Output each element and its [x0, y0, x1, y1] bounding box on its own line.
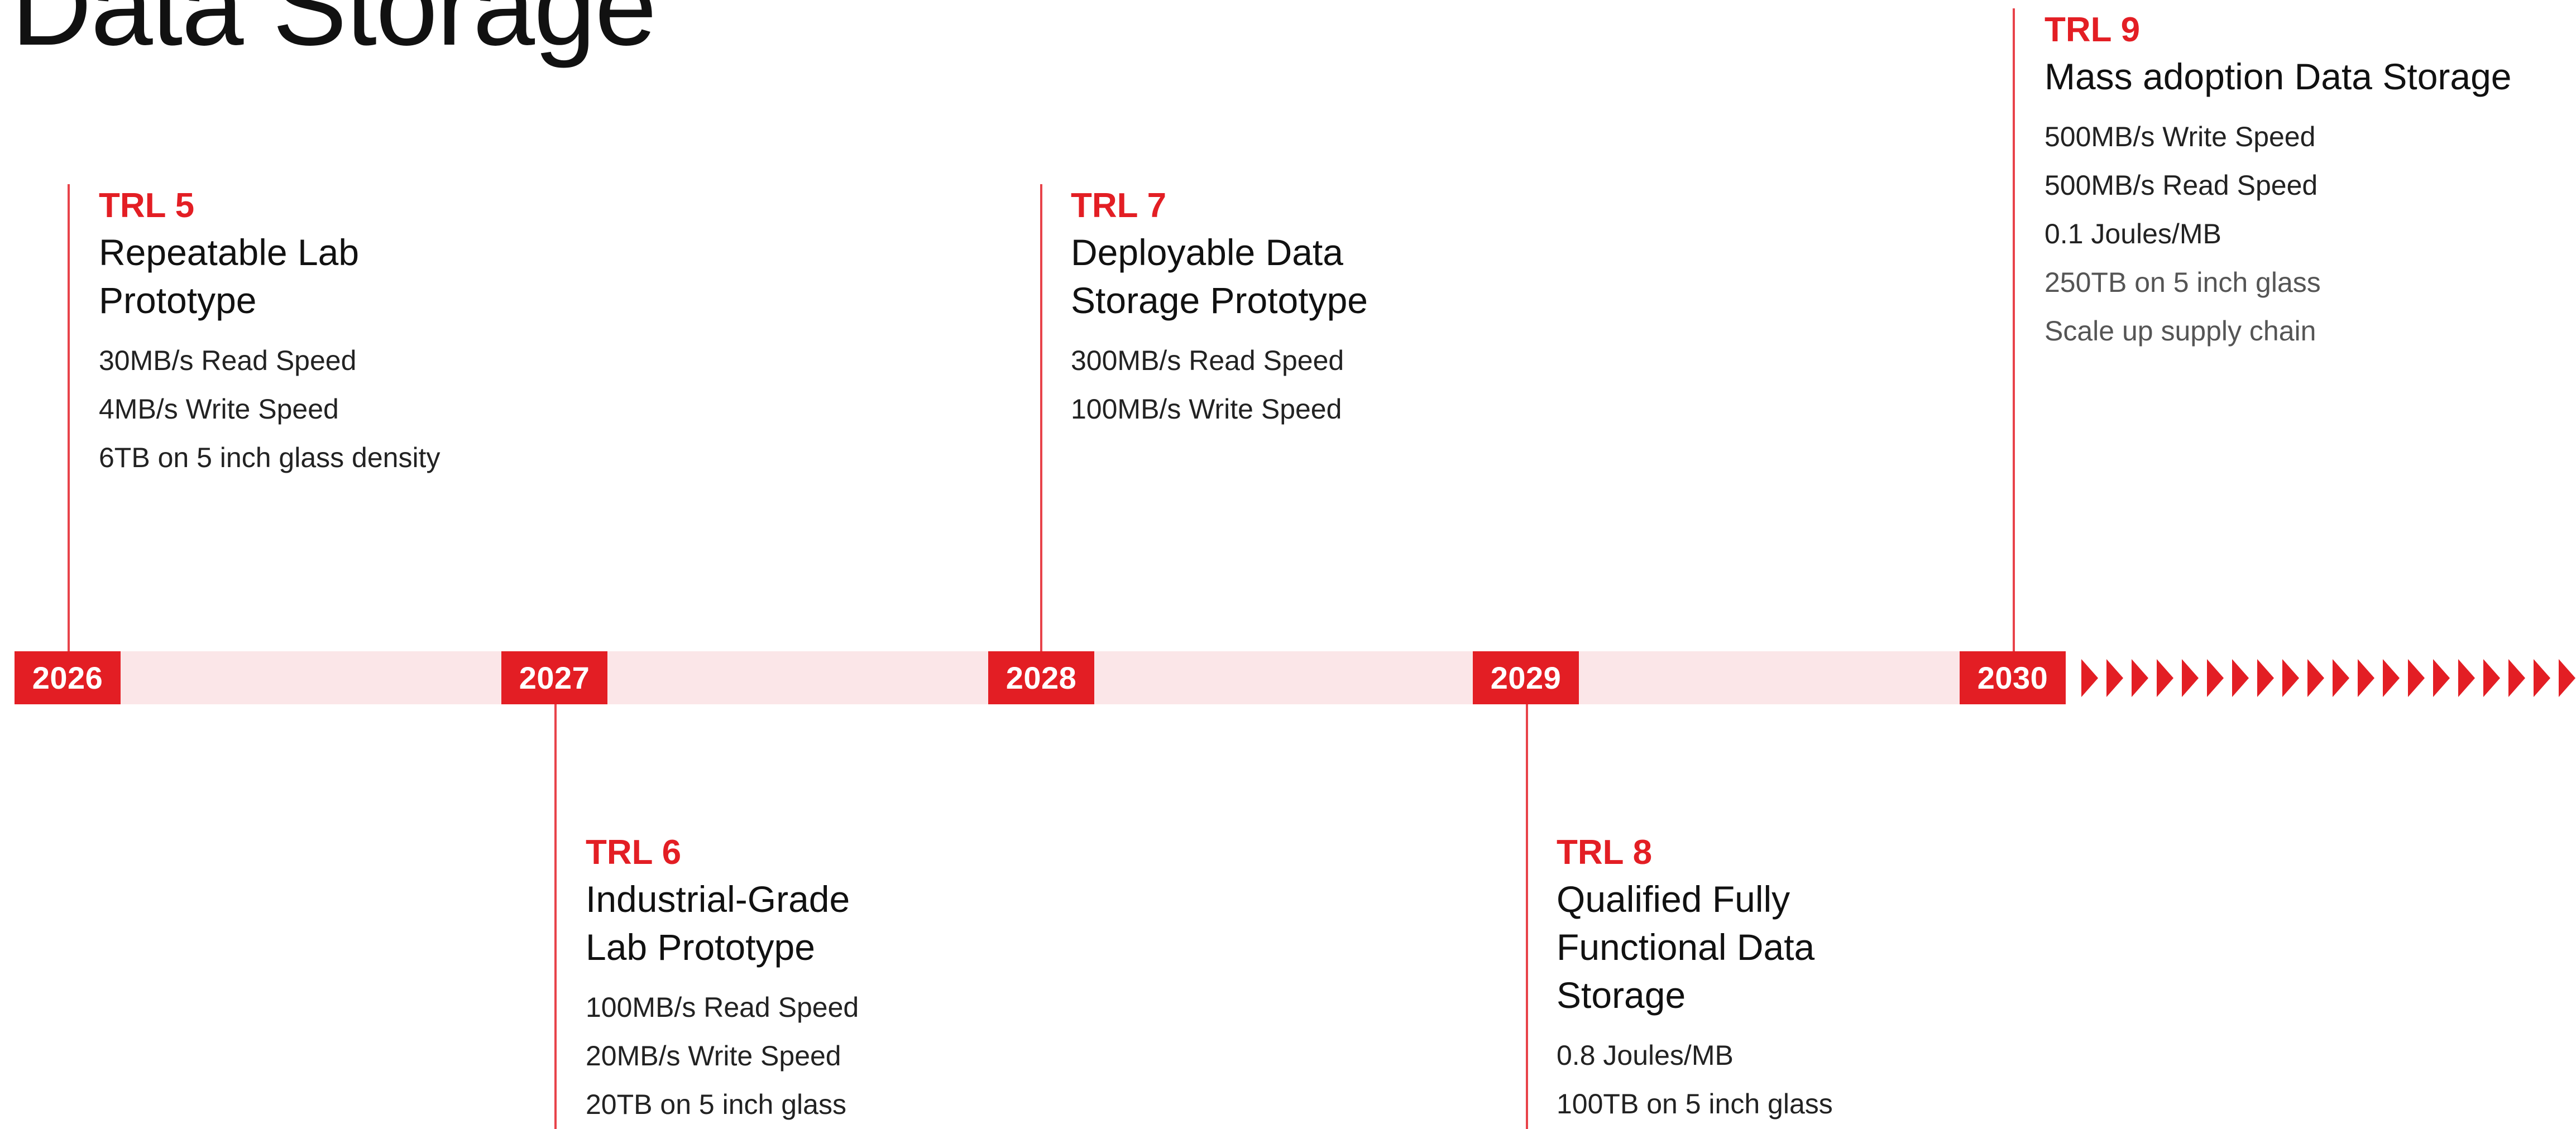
connector-line-2030 [2013, 8, 2015, 651]
milestone-spec: 500MB/s Write Speed [2044, 121, 2316, 152]
milestone-spec: 0.1 Joules/MB [2044, 218, 2221, 249]
milestone-spec: 20MB/s Write Speed [586, 1040, 841, 1072]
milestone-trl-label: TRL 7 [1071, 186, 1167, 225]
milestone-spec: 6TB on 5 inch glass density [99, 442, 440, 473]
milestone-spec: 250TB on 5 inch glass [2044, 267, 2321, 298]
arrow-right-icon [2132, 659, 2148, 697]
milestone-trl-label: TRL 9 [2044, 11, 2141, 49]
milestone-title: Deployable Data Storage Prototype [1071, 228, 1584, 324]
arrow-right-icon [2157, 659, 2173, 697]
milestone-spec: 500MB/s Read Speed [2044, 170, 2318, 201]
arrow-right-icon [2333, 659, 2349, 697]
milestone-title-line: Mass adoption Data Storage [2044, 56, 2512, 97]
milestone-title: Qualified Fully Functional Data Storage [1557, 875, 2070, 1019]
milestone-trl-5: TRL 5 Repeatable Lab Prototype 30MB/s Re… [99, 184, 612, 482]
milestone-trl-6: TRL 6 Industrial-Grade Lab Prototype 100… [586, 830, 1099, 1129]
arrow-right-icon [2559, 659, 2575, 697]
milestone-title-line: Repeatable Lab [99, 232, 360, 273]
milestone-title-line: Qualified Fully [1557, 878, 1790, 920]
milestone-spec: Scale up supply chain [2044, 315, 2316, 347]
milestone-spec: 30MB/s Read Speed [99, 345, 357, 376]
arrow-right-icon [2257, 659, 2274, 697]
connector-line-2027 [554, 704, 557, 1129]
milestone-trl-label: TRL 8 [1557, 833, 1653, 872]
milestone-title-line: Functional Data [1557, 926, 1815, 968]
milestone-title-line: Deployable Data [1071, 232, 1343, 273]
arrow-right-icon [2433, 659, 2450, 697]
year-marker-2028: 2028 [988, 651, 1094, 704]
arrow-right-icon [2383, 659, 2400, 697]
milestone-spec: 4MB/s Write Speed [99, 393, 339, 425]
milestone-spec: 300MB/s Read Speed [1071, 345, 1344, 376]
milestone-trl-7: TRL 7 Deployable Data Storage Prototype … [1071, 184, 1584, 434]
milestone-spec: 0.8 Joules/MB [1557, 1040, 1734, 1071]
connector-line-2026 [68, 184, 70, 651]
arrow-right-icon [2207, 659, 2224, 697]
arrow-right-icon [2483, 659, 2500, 697]
milestone-title-line: Industrial-Grade [586, 878, 850, 920]
milestone-title-line: Prototype [99, 280, 257, 321]
milestone-spec: 100MB/s Read Speed [586, 992, 859, 1023]
arrow-right-icon [2106, 659, 2123, 697]
milestone-trl-9: TRL 9 Mass adoption Data Storage 500MB/s… [2044, 8, 2569, 355]
arrow-right-icon [2282, 659, 2299, 697]
milestone-spec: 100TB on 5 inch glass [1557, 1088, 1833, 1120]
milestone-spec: 20TB on 5 inch glass [586, 1089, 846, 1120]
year-marker-2027: 2027 [501, 651, 607, 704]
arrow-right-icon [2182, 659, 2199, 697]
milestone-trl-label: TRL 6 [586, 833, 682, 872]
page-title: Data Storage [11, 0, 657, 69]
milestone-trl-label: TRL 5 [99, 186, 195, 225]
timeline-page: Data Storage 2026 2027 2028 2029 2030 TR… [0, 0, 2576, 1129]
timeline-continuation-arrows [2081, 659, 2576, 697]
milestone-spec: 100MB/s Write Speed [1071, 393, 1342, 425]
year-marker-2029: 2029 [1473, 651, 1579, 704]
milestone-title: Repeatable Lab Prototype [99, 228, 612, 324]
arrow-right-icon [2458, 659, 2475, 697]
connector-line-2028 [1040, 184, 1042, 651]
arrow-right-icon [2307, 659, 2324, 697]
connector-line-2029 [1526, 704, 1528, 1129]
milestone-title-line: Lab Prototype [586, 926, 815, 968]
arrow-right-icon [2081, 659, 2098, 697]
arrow-right-icon [2358, 659, 2374, 697]
milestone-title-line: Storage [1557, 974, 1686, 1016]
year-marker-2026: 2026 [15, 651, 121, 704]
arrow-right-icon [2534, 659, 2550, 697]
arrow-right-icon [2508, 659, 2525, 697]
milestone-title: Industrial-Grade Lab Prototype [586, 875, 1099, 971]
year-marker-2030: 2030 [1960, 651, 2066, 704]
milestone-title: Mass adoption Data Storage [2044, 52, 2569, 100]
milestone-title-line: Storage Prototype [1071, 280, 1368, 321]
arrow-right-icon [2232, 659, 2249, 697]
arrow-right-icon [2408, 659, 2425, 697]
milestone-trl-8: TRL 8 Qualified Fully Functional Data St… [1557, 830, 2070, 1128]
